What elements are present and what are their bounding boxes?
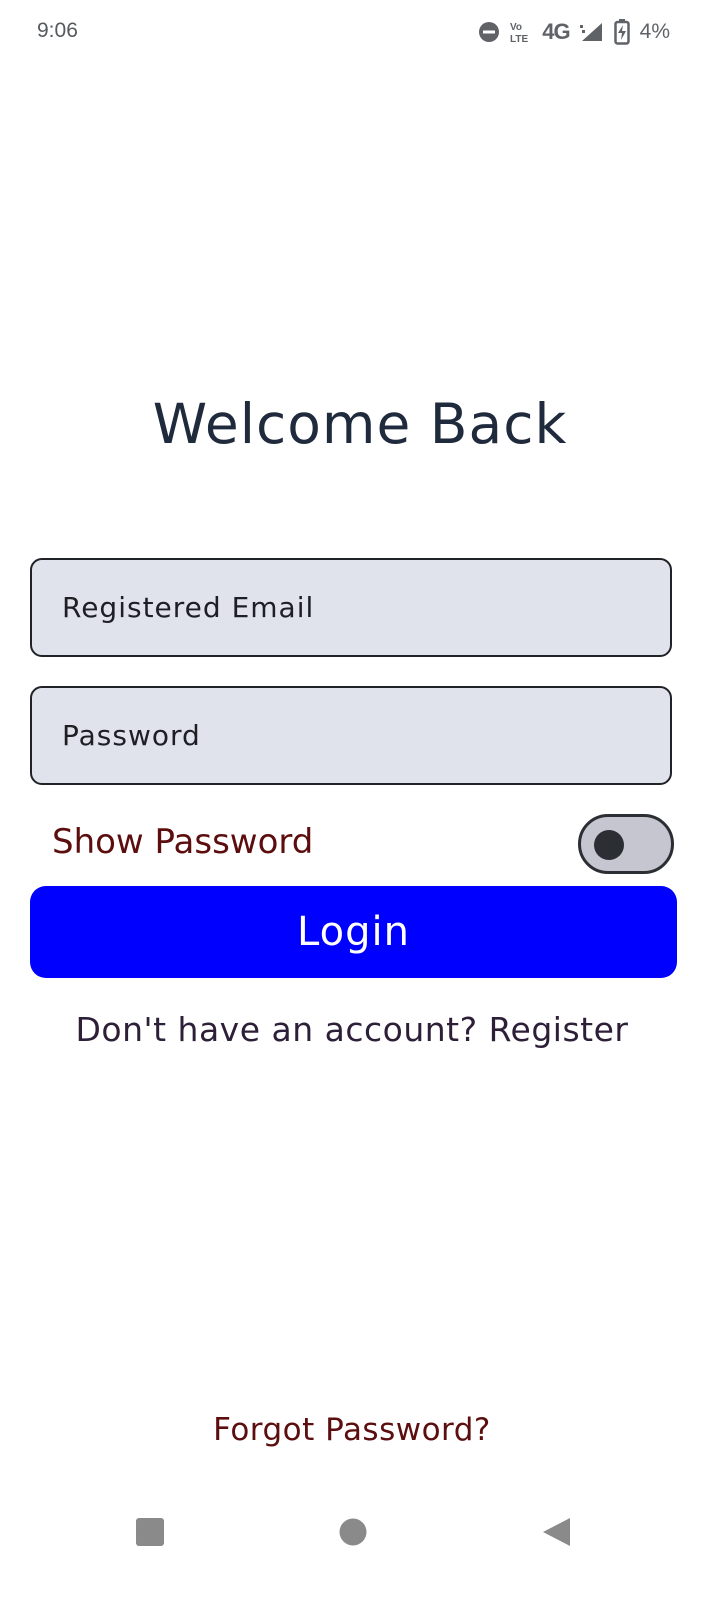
back-icon xyxy=(540,1516,572,1552)
email-input[interactable] xyxy=(60,590,670,625)
do-not-disturb-icon xyxy=(478,21,500,43)
show-password-label: Show Password xyxy=(52,822,314,862)
back-button[interactable] xyxy=(534,1512,578,1556)
svg-text:Vo: Vo xyxy=(510,22,522,33)
password-input[interactable] xyxy=(60,718,670,753)
page-title: Welcome Back xyxy=(152,392,568,456)
recent-apps-icon xyxy=(135,1517,165,1551)
toggle-knob xyxy=(594,830,624,860)
battery-percent: 4% xyxy=(639,20,670,43)
battery-charging-icon xyxy=(613,19,630,45)
show-password-toggle[interactable] xyxy=(578,814,674,874)
recent-apps-button[interactable] xyxy=(128,1512,172,1556)
status-time: 9:06 xyxy=(37,19,78,42)
svg-text:LTE: LTE xyxy=(510,34,528,44)
network-type: 4G xyxy=(542,19,570,44)
register-link[interactable]: Don't have an account? Register xyxy=(0,1010,704,1049)
forgot-password-link[interactable]: Forgot Password? xyxy=(0,1412,704,1448)
home-icon xyxy=(338,1517,368,1551)
email-field[interactable] xyxy=(30,558,672,657)
status-icons: Vo LTE 4G 4% xyxy=(478,17,670,47)
login-button[interactable]: Login xyxy=(30,886,677,978)
password-field[interactable] xyxy=(30,686,672,785)
volte-icon: Vo LTE xyxy=(510,20,532,44)
signal-icon xyxy=(579,21,604,43)
navigation-bar xyxy=(0,1490,720,1570)
home-button[interactable] xyxy=(331,1512,375,1556)
status-bar: 9:06 Vo LTE 4G 4% xyxy=(0,0,720,64)
